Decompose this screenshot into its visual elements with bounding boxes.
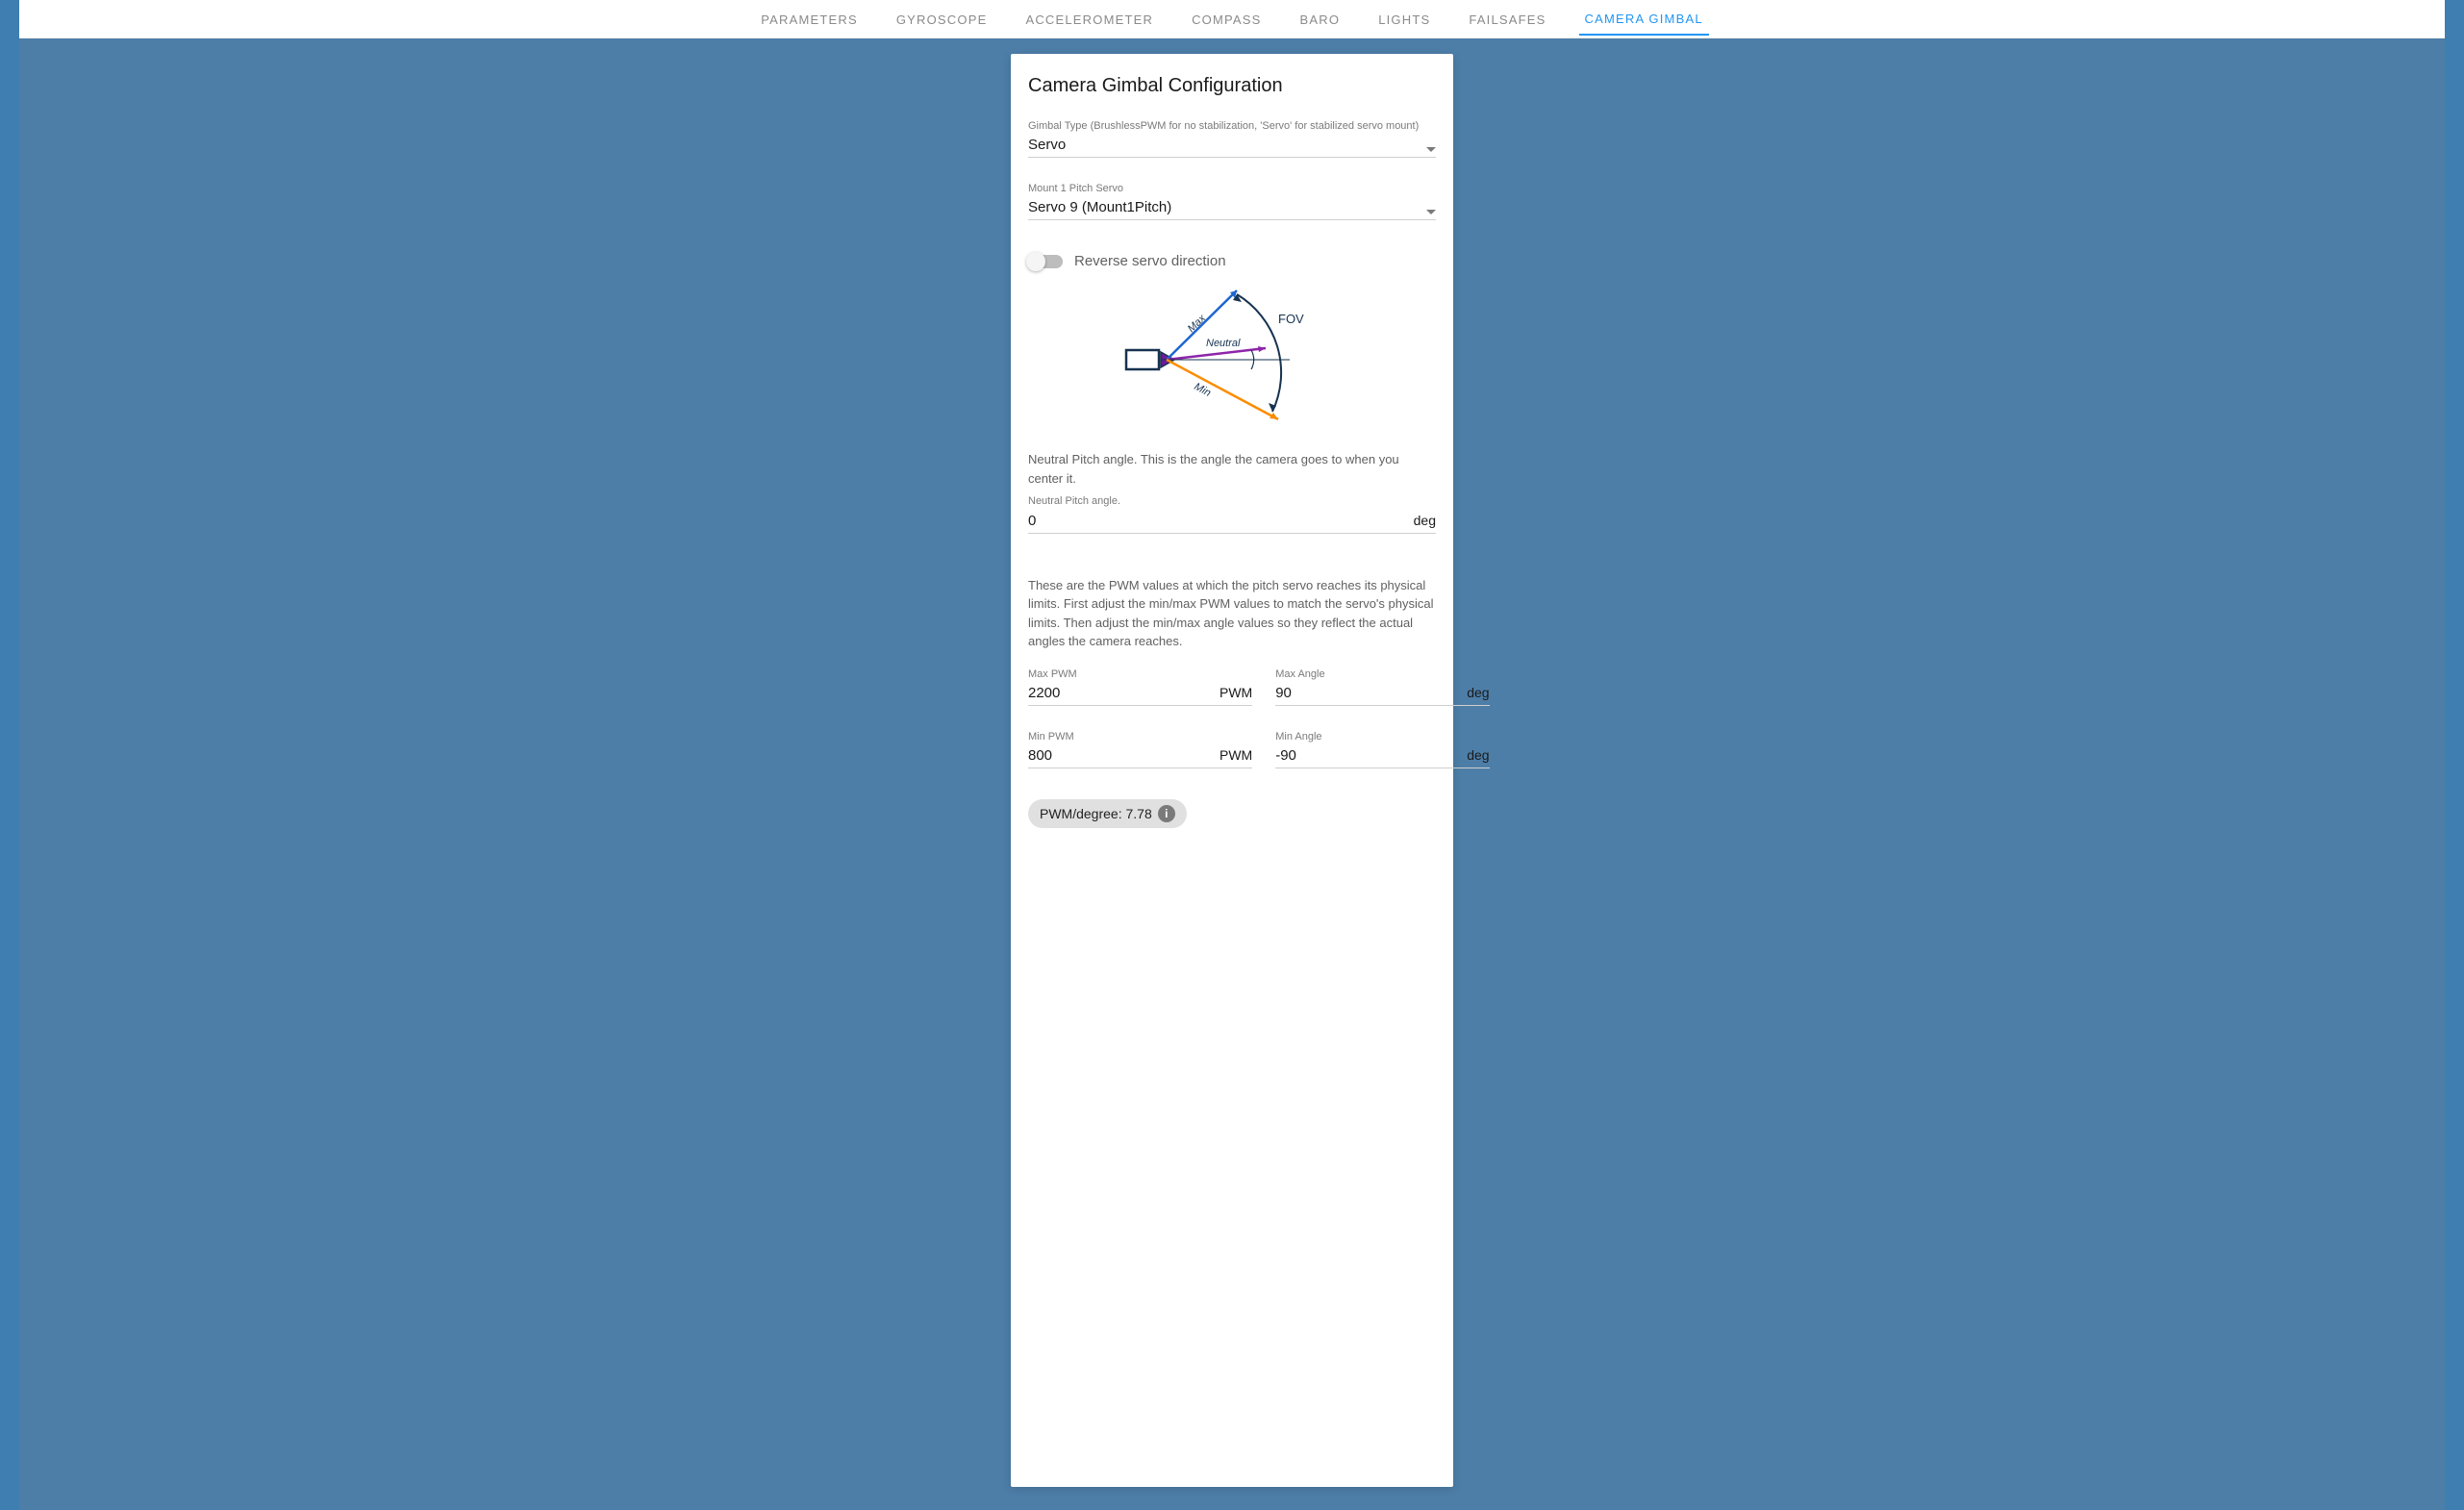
tab-gyroscope[interactable]: GYROSCOPE	[891, 3, 993, 35]
pwm-per-degree-chip: PWM/degree: 7.78 i	[1028, 799, 1187, 828]
reverse-servo-toggle[interactable]	[1028, 255, 1063, 268]
neutral-angle-help: Neutral Pitch angle. This is the angle t…	[1028, 450, 1436, 488]
reverse-servo-label: Reverse servo direction	[1074, 253, 1226, 269]
diagram-neutral-label: Neutral	[1206, 338, 1241, 349]
max-pwm-input[interactable]	[1028, 683, 1219, 703]
max-pwm-field[interactable]: Max PWM PWM	[1028, 668, 1252, 706]
min-angle-label: Min Angle	[1275, 731, 1489, 743]
gimbal-diagram: Max Neutral Min	[1028, 283, 1436, 427]
tab-accelerometer[interactable]: ACCELEROMETER	[1019, 3, 1159, 35]
gimbal-type-select[interactable]: Gimbal Type (BrushlessPWM for no stabili…	[1028, 120, 1436, 158]
min-pwm-label: Min PWM	[1028, 731, 1252, 743]
chevron-down-icon	[1426, 147, 1436, 152]
min-angle-suffix: deg	[1467, 747, 1489, 763]
page-title: Camera Gimbal Configuration	[1028, 75, 1436, 97]
max-angle-suffix: deg	[1467, 685, 1489, 700]
max-angle-label: Max Angle	[1275, 668, 1489, 681]
tab-failsafes[interactable]: FAILSAFES	[1463, 3, 1551, 35]
chevron-down-icon	[1426, 210, 1436, 214]
neutral-angle-input[interactable]	[1028, 511, 1414, 531]
pwm-help: These are the PWM values at which the pi…	[1028, 576, 1436, 651]
diagram-max-label: Max	[1186, 313, 1209, 335]
mount-servo-value: Servo 9 (Mount1Pitch)	[1028, 197, 1436, 217]
tab-camera-gimbal[interactable]: CAMERA GIMBAL	[1579, 2, 1709, 36]
min-pwm-field[interactable]: Min PWM PWM	[1028, 731, 1252, 768]
mount-servo-label: Mount 1 Pitch Servo	[1028, 183, 1436, 195]
min-pwm-input[interactable]	[1028, 745, 1219, 766]
neutral-angle-suffix: deg	[1414, 513, 1436, 528]
max-angle-field[interactable]: Max Angle deg	[1275, 668, 1489, 706]
info-icon[interactable]: i	[1158, 805, 1175, 822]
mount-servo-select[interactable]: Mount 1 Pitch Servo Servo 9 (Mount1Pitch…	[1028, 183, 1436, 220]
gimbal-type-value: Servo	[1028, 135, 1436, 155]
neutral-angle-field[interactable]: Neutral Pitch angle. deg	[1028, 495, 1436, 533]
max-angle-input[interactable]	[1275, 683, 1467, 703]
top-tabbar: PARAMETERS GYROSCOPE ACCELEROMETER COMPA…	[19, 0, 2445, 38]
min-angle-input[interactable]	[1275, 745, 1467, 766]
diagram-fov-label: FOV	[1278, 312, 1304, 326]
max-pwm-label: Max PWM	[1028, 668, 1252, 681]
max-pwm-suffix: PWM	[1219, 685, 1252, 700]
tab-compass[interactable]: COMPASS	[1186, 3, 1267, 35]
gimbal-type-label: Gimbal Type (BrushlessPWM for no stabili…	[1028, 120, 1436, 133]
pwm-per-degree-text: PWM/degree: 7.78	[1040, 806, 1152, 821]
tab-parameters[interactable]: PARAMETERS	[755, 3, 864, 35]
neutral-angle-label: Neutral Pitch angle.	[1028, 495, 1436, 508]
min-angle-field[interactable]: Min Angle deg	[1275, 731, 1489, 768]
config-card: Camera Gimbal Configuration Gimbal Type …	[1011, 54, 1453, 1487]
min-pwm-suffix: PWM	[1219, 747, 1252, 763]
tab-lights[interactable]: LIGHTS	[1372, 3, 1436, 35]
tab-baro[interactable]: BARO	[1295, 3, 1346, 35]
